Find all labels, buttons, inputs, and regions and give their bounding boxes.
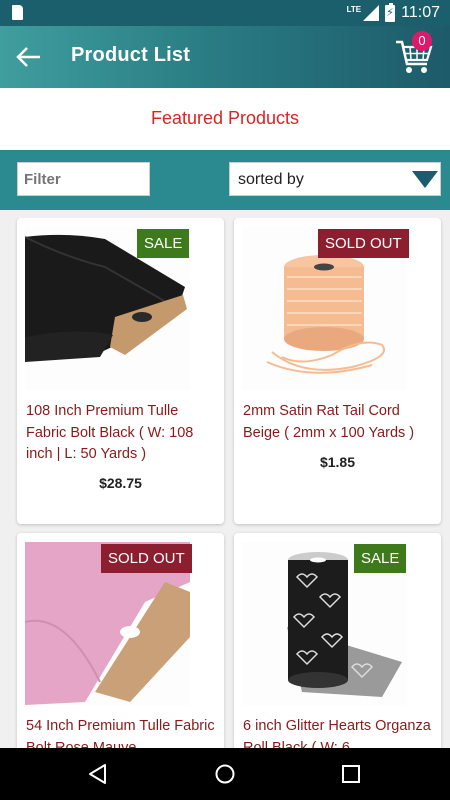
sold-out-badge: SOLD OUT [101, 544, 192, 573]
product-price: $1.85 [319, 454, 356, 470]
sort-value: sorted by [238, 171, 304, 188]
sale-badge: SALE [354, 544, 407, 573]
back-triangle-icon[interactable] [86, 762, 110, 786]
product-name[interactable]: 2mm Satin Rat Tail Cord Beige ( 2mm x 10… [243, 401, 435, 444]
clock: 11:07 [401, 4, 440, 21]
filter-input[interactable] [17, 162, 150, 196]
featured-title: Featured Products [150, 108, 300, 128]
page-title: Product List [71, 44, 191, 66]
sort-dropdown[interactable]: sorted by [229, 162, 441, 196]
home-circle-icon[interactable] [213, 762, 237, 786]
sd-card-icon [12, 5, 23, 20]
filter-bar: sorted by [0, 150, 450, 210]
featured-header: Featured Products [0, 88, 450, 150]
product-card[interactable]: SALE 6 inch Glitter Hearts Organza Roll … [234, 533, 441, 748]
cart-count-badge: 0 [412, 31, 432, 51]
product-name[interactable]: 54 Inch Premium Tulle Fabric Bolt Rose M… [26, 716, 218, 748]
network-type: LTE [346, 4, 362, 14]
status-bar: LTE ⚡ 11:07 [0, 0, 450, 26]
app-bar: Product List 0 [0, 26, 450, 88]
recents-square-icon[interactable] [339, 762, 363, 786]
product-grid: SALE 108 Inch Premium Tulle Fabric Bolt … [0, 218, 450, 748]
product-name[interactable]: 108 Inch Premium Tulle Fabric Bolt Black… [26, 401, 218, 466]
signal-icon [363, 5, 380, 21]
system-nav-bar [0, 748, 450, 800]
battery-icon: ⚡ [385, 2, 396, 22]
dropdown-arrow-icon [412, 171, 438, 188]
back-arrow-icon[interactable] [12, 40, 46, 74]
product-name[interactable]: 6 inch Glitter Hearts Organza Roll Black… [243, 716, 435, 748]
product-card[interactable]: SALE 108 Inch Premium Tulle Fabric Bolt … [17, 218, 224, 524]
product-price: $28.75 [99, 475, 142, 491]
product-card[interactable]: SOLD OUT 54 Inch Premium Tulle Fabric Bo… [17, 533, 224, 748]
product-card[interactable]: SOLD OUT 2mm Satin Rat Tail Cord Beige (… [234, 218, 441, 524]
sale-badge: SALE [137, 229, 190, 258]
sold-out-badge: SOLD OUT [318, 229, 409, 258]
